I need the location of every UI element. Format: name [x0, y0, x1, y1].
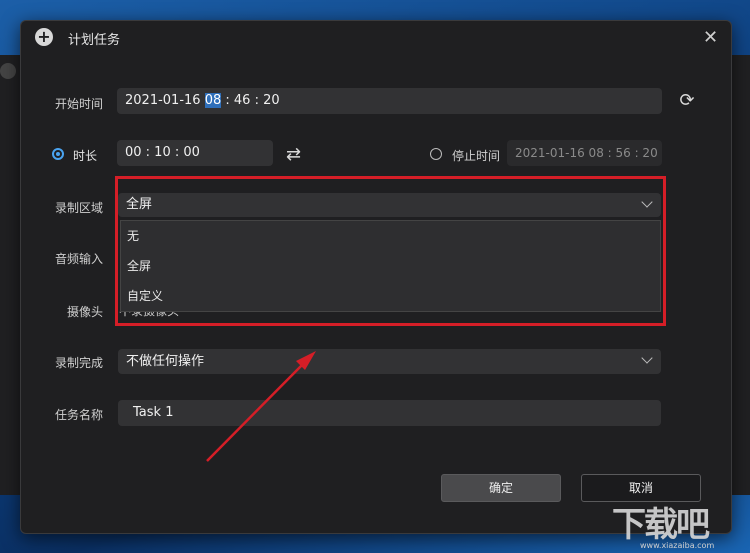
annotation-arrow-line: [206, 361, 306, 462]
watermark-url: www.xiazaiba.com: [640, 541, 715, 550]
annotation-arrow: [206, 351, 316, 462]
